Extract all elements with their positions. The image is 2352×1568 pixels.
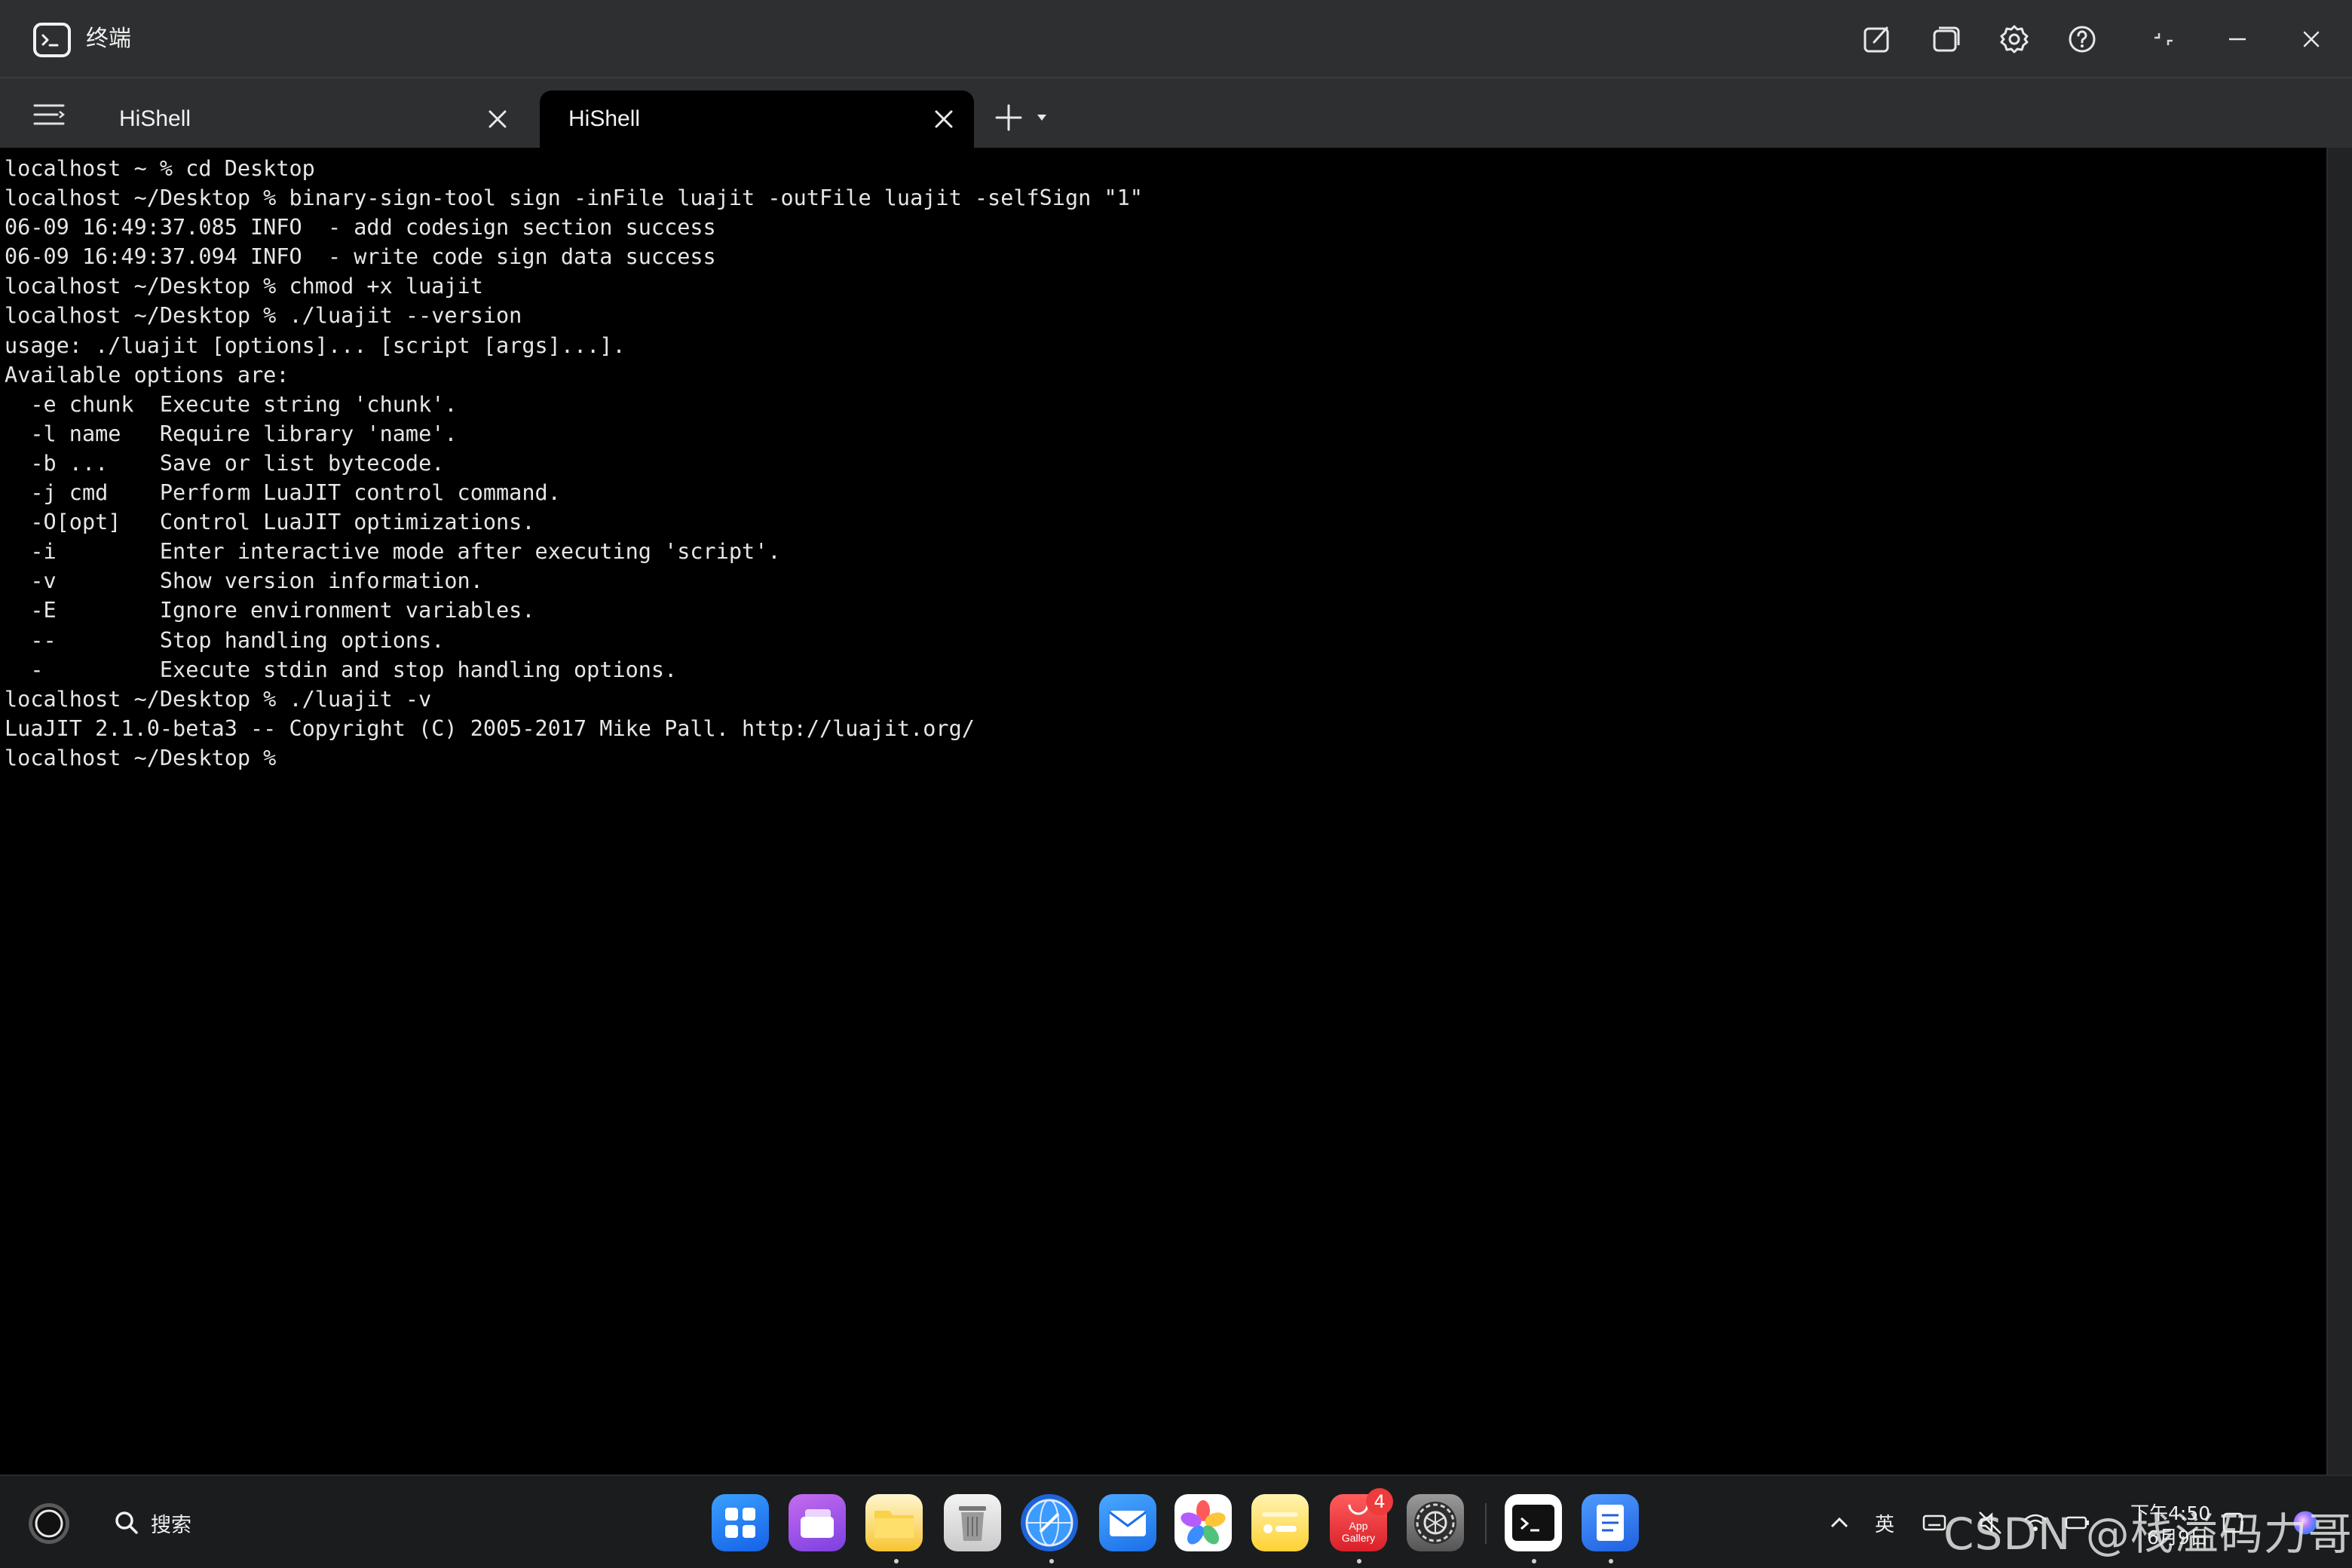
tab-menu-icon[interactable] [30, 100, 68, 130]
restore-button[interactable] [2144, 20, 2183, 59]
running-indicator [894, 1559, 899, 1563]
trash-icon [959, 1506, 986, 1541]
dock-app-terminal[interactable] [1505, 1494, 1562, 1551]
appgallery-label-bottom: Gallery [1341, 1532, 1376, 1544]
start-button-icon[interactable] [26, 1500, 72, 1547]
close-icon [2303, 31, 2320, 47]
running-indicator [1532, 1559, 1536, 1563]
window-title: 终端 [86, 26, 131, 52]
terminal-line: -e chunk Execute string 'chunk'. [5, 391, 458, 417]
terminal-line: usage: ./luajit [options]... [script [ar… [5, 332, 626, 358]
ime-label: 英 [1874, 1513, 1894, 1536]
close-window-button[interactable] [2292, 20, 2331, 59]
minimize-icon [2229, 38, 2246, 41]
running-indicator [1049, 1559, 1054, 1563]
tab-label: HiShell [568, 106, 641, 131]
taskbar-search[interactable]: 搜索 [113, 1506, 191, 1539]
terminal-text: localhost ~ % cd Desktop localhost ~/Des… [0, 148, 2326, 773]
dock-app-settings[interactable] [1407, 1494, 1464, 1551]
search-label: 搜索 [151, 1513, 191, 1537]
mail-icon [1109, 1511, 1147, 1536]
taskbar: 搜索 App Gallery 4 英 下午4:50 6月9日 CSDN @栈溢码… [0, 1475, 2352, 1568]
edit-icon [1864, 26, 1889, 53]
dock-app-browser[interactable] [1021, 1494, 1078, 1551]
notes-icon [1262, 1512, 1298, 1533]
help-button[interactable] [2063, 20, 2102, 59]
tab-label: HiShell [119, 106, 191, 131]
running-indicator [1357, 1559, 1361, 1563]
terminal-line: localhost ~ % cd Desktop [5, 156, 315, 181]
window-split-button[interactable] [1927, 20, 1966, 59]
dock-app-mail[interactable] [1099, 1494, 1156, 1551]
dock-app-trash[interactable] [944, 1494, 1001, 1551]
dock-app-gallery[interactable] [1174, 1494, 1232, 1551]
dock-app-docs[interactable] [1582, 1494, 1639, 1551]
terminal-line: -j cmd Perform LuaJIT control command. [5, 480, 561, 506]
folder-icon [874, 1511, 914, 1538]
window-stack-icon [1933, 26, 1960, 52]
terminal-app-icon [33, 23, 71, 57]
terminal-line: 06-09 16:49:37.094 INFO - write code sig… [5, 244, 716, 270]
settings-button[interactable] [1995, 20, 2034, 59]
browser-globe-icon [1025, 1499, 1073, 1547]
new-tab-plus-icon[interactable] [994, 103, 1024, 133]
search-icon [115, 1511, 138, 1534]
dock-separator [1485, 1503, 1487, 1544]
close-tab-icon[interactable] [484, 106, 511, 133]
document-icon [1597, 1505, 1624, 1541]
tab-bar: HiShell HiShell [0, 78, 2352, 148]
new-tab-dropdown-icon[interactable] [1036, 113, 1048, 122]
terminal-line: localhost ~/Desktop % ./luajit --version [5, 303, 522, 329]
chevron-up-icon [1830, 1517, 1848, 1528]
csdn-watermark: CSDN @栈溢码力哥 [1943, 1508, 2352, 1560]
tab-hishell-2[interactable]: HiShell [540, 90, 974, 148]
dock-app-files[interactable] [865, 1494, 923, 1551]
dock-app-launcher[interactable] [712, 1494, 769, 1551]
terminal-line: - Execute stdin and stop handling option… [5, 657, 678, 682]
appgallery-label-top: App [1349, 1520, 1368, 1532]
terminal-line: -v Show version information. [5, 568, 483, 594]
tray-expand-button[interactable] [1824, 1505, 1854, 1541]
gear-icon [2000, 25, 2029, 54]
window-titlebar: 终端 [0, 0, 2352, 78]
collapse-icon [2154, 33, 2173, 45]
terminal-line: -l name Require library 'name'. [5, 421, 458, 446]
terminal-line: localhost ~/Desktop % ./luajit -v [5, 686, 432, 712]
appgallery-label: App Gallery [1330, 1520, 1387, 1544]
help-icon [2069, 26, 2096, 53]
terminal-icon [1512, 1505, 1554, 1541]
dock-app-multitask[interactable] [789, 1494, 846, 1551]
terminal-line: -i Enter interactive mode after executin… [5, 539, 781, 565]
terminal-output[interactable]: localhost ~ % cd Desktop localhost ~/Des… [0, 148, 2326, 1475]
tab-hishell-1[interactable]: HiShell [90, 90, 528, 148]
edit-note-button[interactable] [1857, 20, 1897, 59]
terminal-line: 06-09 16:49:37.085 INFO - add codesign s… [5, 215, 716, 240]
terminal-line: localhost ~/Desktop % chmod +x luajit [5, 274, 483, 299]
running-indicator [1609, 1559, 1613, 1563]
minimize-button[interactable] [2218, 20, 2257, 59]
terminal-line: -O[opt] Control LuaJIT optimizations. [5, 510, 535, 535]
gallery-flower-icon [1181, 1500, 1226, 1545]
window-cards-icon [801, 1509, 834, 1538]
terminal-line: -b ... Save or list bytecode. [5, 450, 445, 476]
settings-gear-icon [1414, 1502, 1456, 1544]
close-tab-icon[interactable] [930, 106, 957, 133]
terminal-line: Available options are: [5, 362, 289, 387]
terminal-line: -E Ignore environment variables. [5, 598, 535, 623]
dock-app-notes[interactable] [1251, 1494, 1309, 1551]
notification-badge: 4 [1366, 1488, 1393, 1515]
terminal-line: LuaJIT 2.1.0-beta3 -- Copyright (C) 2005… [5, 715, 975, 741]
terminal-line: localhost ~/Desktop % [5, 745, 289, 770]
terminal-scrollbar[interactable] [2326, 148, 2352, 1475]
ime-indicator[interactable]: 英 [1870, 1505, 1900, 1541]
terminal-line: localhost ~/Desktop % binary-sign-tool s… [5, 185, 1143, 211]
app-grid-icon [725, 1508, 755, 1538]
terminal-line: -- Stop handling options. [5, 627, 445, 653]
